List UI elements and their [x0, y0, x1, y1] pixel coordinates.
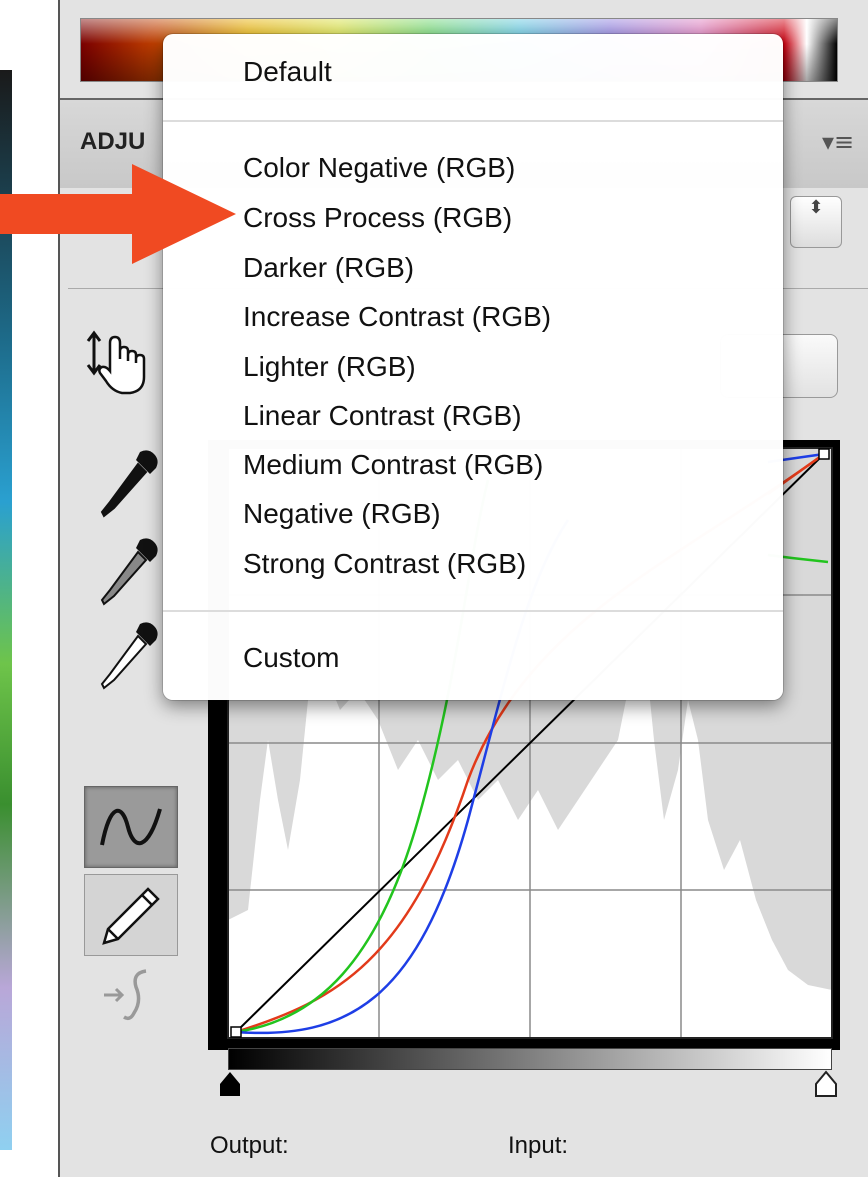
menu-item-default[interactable]: Default — [243, 56, 332, 88]
menu-item-darker[interactable]: Darker (RGB) — [243, 252, 414, 284]
menu-item-custom[interactable]: Custom — [243, 642, 339, 674]
preset-select[interactable]: ⬍ — [790, 196, 842, 248]
curve-point-tool-icon[interactable] — [84, 786, 178, 868]
menu-item-cross-process[interactable]: Cross Process (RGB) — [243, 202, 512, 234]
input-label: Input: — [508, 1132, 569, 1159]
menu-separator — [163, 120, 783, 122]
output-label: Output: — [210, 1132, 289, 1159]
menu-item-increase-contrast[interactable]: Increase Contrast (RGB) — [243, 301, 551, 333]
pencil-draw-tool-icon[interactable] — [84, 874, 178, 956]
menu-item-medium-contrast[interactable]: Medium Contrast (RGB) — [243, 449, 543, 481]
input-gradient-bar — [228, 1048, 832, 1070]
on-image-adjust-icon[interactable] — [82, 328, 162, 400]
white-point-eyedropper-icon[interactable] — [96, 618, 166, 694]
menu-item-color-negative[interactable]: Color Negative (RGB) — [243, 152, 515, 184]
white-point-slider[interactable] — [812, 1070, 840, 1098]
curve-point-black[interactable] — [230, 1026, 242, 1038]
menu-item-negative[interactable]: Negative (RGB) — [243, 498, 441, 530]
smooth-curve-icon[interactable] — [84, 962, 178, 1028]
panel-tab-adjustments[interactable]: ADJU — [80, 128, 145, 156]
black-point-eyedropper-icon[interactable] — [96, 446, 166, 522]
panel-menu-icon[interactable]: ▾≡ — [822, 128, 854, 156]
preset-dropdown-menu: Default Color Negative (RGB) Cross Proce… — [163, 34, 783, 700]
annotation-arrow-icon — [0, 164, 236, 264]
black-point-slider[interactable] — [216, 1070, 244, 1098]
menu-item-strong-contrast[interactable]: Strong Contrast (RGB) — [243, 548, 526, 580]
curve-point-white[interactable] — [818, 448, 830, 460]
menu-separator — [163, 610, 783, 612]
menu-item-linear-contrast[interactable]: Linear Contrast (RGB) — [243, 400, 522, 432]
menu-item-lighter[interactable]: Lighter (RGB) — [243, 351, 416, 383]
select-arrows-icon: ⬍ — [808, 197, 824, 218]
gray-point-eyedropper-icon[interactable] — [96, 534, 166, 610]
